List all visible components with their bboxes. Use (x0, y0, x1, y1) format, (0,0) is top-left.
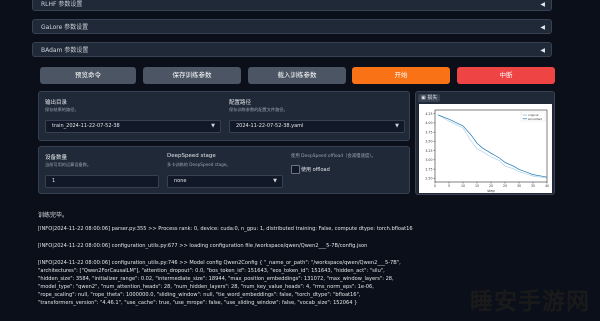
x-axis-label: step (487, 189, 495, 193)
y-tick-label: 3.00 (425, 158, 432, 162)
chart-header: ▣ 损失 (418, 94, 441, 102)
chart-header-label: 损失 (427, 95, 438, 101)
preview-command-button[interactable]: 预览命令 (40, 67, 136, 84)
config-path-label: 配置路径 (229, 100, 252, 106)
save-args-button[interactable]: 保存训练参数 (143, 67, 241, 84)
galore-accordion[interactable]: GaLore 参数设置 ◀ (32, 19, 552, 34)
offload-hint: 使用 DeepSpeed offload（会减慢速度）。 (291, 154, 376, 159)
config-path-value: 2024-11-22-07-52-38.yaml (236, 123, 304, 129)
output-panel: 输出目录 保存结果的路径。 train_2024-11-22-07-52-38 … (38, 91, 410, 141)
y-tick-label: 4.00 (425, 121, 432, 125)
output-dir-select[interactable]: train_2024-11-22-07-52-38 ▼ (45, 120, 221, 133)
device-count-input[interactable]: 1 (45, 175, 159, 188)
x-tick-label: 5 (448, 184, 450, 188)
output-dir-value: train_2024-11-22-07-52-38 (52, 123, 120, 129)
device-count-label: 设备数量 (45, 155, 68, 161)
x-tick-label: 40 (545, 184, 549, 188)
log-line-3: [INFO|2024-11-22 08:00:06] configuration… (38, 260, 401, 266)
x-tick-label: 20 (489, 184, 493, 188)
chart-legend: originalsmoothed (520, 111, 546, 122)
chart-header-icon: ▣ (421, 95, 426, 101)
x-tick-label: 25 (503, 184, 507, 188)
device-count-hint: 当前可用的运算设备数。 (45, 162, 92, 167)
y-tick-label: 3.75 (425, 130, 432, 134)
x-tick-label: 15 (475, 184, 479, 188)
dropdown-arrow-icon: ▼ (211, 123, 215, 129)
log-line-1: [INFO|2024-11-22 08:00:06] parser.py:355… (38, 226, 413, 232)
config-path-hint: 保存训练参数的配置文件路径。 (229, 107, 288, 112)
deepspeed-stage-hint: 多卡训练的 DeepSpeed stage。 (167, 162, 231, 167)
collapse-arrow-icon[interactable]: ◀ (540, 20, 545, 35)
loss-chart: 4.25 4.00 3.75 3.50 3.25 3.00 2.75 2.50 0 5 10 15 2… (419, 104, 552, 193)
collapse-arrow-icon[interactable]: ◀ (540, 43, 545, 58)
y-tick-label: 3.50 (425, 140, 432, 144)
deepspeed-stage-select[interactable]: none ▼ (167, 175, 283, 188)
y-tick-label: 2.50 (425, 177, 432, 181)
abort-button[interactable]: 中断 (457, 67, 555, 84)
output-dir-label: 输出目录 (45, 100, 68, 106)
galore-accordion-label: GaLore 参数设置 (41, 24, 89, 31)
training-finished-text: 训练完毕。 (38, 212, 69, 219)
log-line-8: "transformers_version": "4.46.1", "use_c… (38, 300, 358, 306)
loss-chart-panel: ▣ 损失 4.25 4.00 3.75 3.50 3.25 3.00 2.75 2.50 0 5… (415, 91, 555, 195)
device-count-value: 1 (52, 178, 56, 184)
y-tick-label: 3.25 (425, 149, 432, 153)
badam-accordion[interactable]: BAdam 参数设置 ◀ (32, 42, 552, 57)
log-line-5: "hidden_size": 3584, "initializer_range"… (38, 276, 394, 282)
log-line-4: "architectures": ["Qwen2ForCausalLM"], "… (38, 268, 385, 274)
collapse-arrow-icon[interactable]: ◀ (540, 0, 545, 12)
legend-label-smoothed: smoothed (528, 117, 542, 121)
dropdown-arrow-icon: ▼ (395, 123, 399, 129)
y-tick-label: 4.25 (425, 112, 432, 116)
x-tick-label: 10 (461, 184, 465, 188)
dropdown-arrow-icon: ▼ (273, 178, 277, 184)
site-watermark: 睡安手游网 (470, 289, 590, 315)
x-tick-label: 35 (531, 184, 535, 188)
config-path-select[interactable]: 2024-11-22-07-52-38.yaml ▼ (229, 120, 405, 133)
output-dir-hint: 保存结果的路径。 (45, 107, 79, 112)
log-line-7: "rope_scaling": null, "rope_theta": 1000… (38, 292, 361, 298)
badam-accordion-label: BAdam 参数设置 (41, 47, 89, 54)
log-line-2: [INFO|2024-11-22 08:00:06] configuration… (38, 243, 368, 249)
y-tick-label: 2.75 (425, 167, 432, 171)
offload-label: 使用 offload (301, 167, 330, 173)
x-tick-label: 0 (434, 184, 436, 188)
rlhf-accordion[interactable]: RLHF 参数设置 ◀ (32, 0, 552, 11)
x-tick-label: 30 (517, 184, 521, 188)
offload-checkbox[interactable] (291, 165, 300, 174)
log-line-6: "model_type": "qwen2", "num_attention_he… (38, 284, 374, 290)
device-panel: 设备数量 当前可用的运算设备数。 1 DeepSpeed stage 多卡训练的… (38, 146, 410, 194)
load-args-button[interactable]: 载入训练参数 (248, 67, 346, 84)
deepspeed-stage-label: DeepSpeed stage (167, 153, 216, 159)
deepspeed-stage-value: none (174, 178, 187, 184)
start-button[interactable]: 开始 (352, 67, 450, 84)
rlhf-accordion-label: RLHF 参数设置 (41, 1, 83, 8)
